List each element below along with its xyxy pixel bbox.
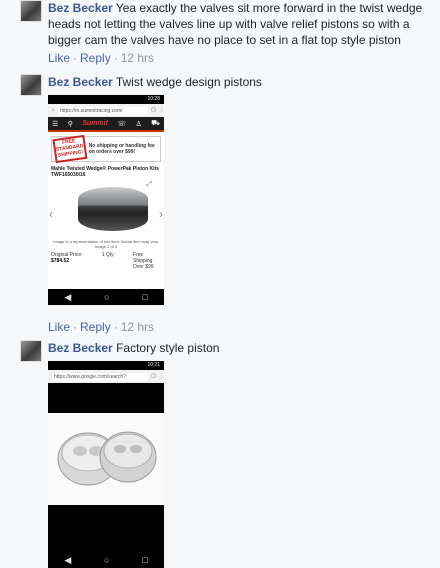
product-title: Mahle Twisted Wedge® PowerPak Piston Kit… [51, 166, 159, 178]
shipping-banner: FREE STANDARD SHIPPING! No shipping or h… [51, 134, 161, 164]
android-nav-bar: ◀ ○ □ [48, 289, 164, 305]
site-header: ☰ ⚲ Summit ☏ ♙ ⛟ [48, 117, 164, 132]
comment-2: Bez Becker Twist wedge design pistons [20, 74, 440, 96]
like-link[interactable]: Like [48, 51, 70, 65]
comment-author[interactable]: Bez Becker [48, 75, 113, 89]
timestamp[interactable]: 12 hrs [121, 51, 154, 65]
comment-text: Twist wedge design pistons [115, 75, 262, 89]
tabs-icon: ▢ [151, 373, 156, 379]
piston-photo [48, 413, 164, 505]
price-row: Original Price: $784.52 1 Qty Free Shipp… [48, 249, 164, 270]
home-icon: ⌂ [52, 107, 56, 113]
home-button-icon: ○ [104, 292, 110, 302]
comment-author[interactable]: Bez Becker [48, 1, 113, 15]
comment-text: Factory style piston [116, 341, 220, 355]
back-icon: ◀ [64, 291, 72, 302]
comment-1: Bez Becker Yea exactly the valves sit mo… [20, 0, 440, 66]
avatar[interactable] [20, 0, 42, 22]
url-text: https://www.google.com/search? [52, 372, 149, 381]
avatar[interactable] [20, 340, 42, 362]
recents-icon: □ [142, 292, 148, 302]
search-icon: ⚲ [67, 120, 73, 128]
free-shipping-stamp: FREE STANDARD SHIPPING! [52, 134, 88, 164]
cart-icon: ⛟ [151, 120, 160, 127]
comment-meta: Like · Reply · 12 hrs [48, 51, 155, 65]
reply-link[interactable]: Reply [80, 320, 111, 334]
site-logo: Summit [82, 120, 108, 127]
factory-pistons-image [57, 431, 157, 486]
timestamp[interactable]: 12 hrs [121, 320, 154, 334]
browser-url-bar: ⌂ https://m.summitracing.com/ ▢ ⋮ [48, 104, 164, 118]
status-bar: 10:21 [48, 361, 164, 370]
user-icon: ♙ [135, 120, 142, 128]
product-image: ⤢ [60, 181, 152, 237]
free-shipping-note: Free Shipping Over $99 [132, 252, 154, 270]
avatar[interactable] [20, 74, 42, 96]
home-button-icon: ○ [104, 555, 110, 565]
back-icon: ◀ [64, 554, 72, 565]
status-bar: 10:28 [48, 95, 164, 104]
piston-image [78, 187, 148, 231]
menu-icon: ⋮ [159, 373, 164, 379]
android-nav-bar: ◀ ○ □ [48, 552, 164, 568]
url-text: https://m.summitracing.com/ [58, 106, 149, 115]
like-link[interactable]: Like [48, 320, 70, 334]
image-viewer [48, 383, 164, 552]
chevron-right-icon: › [159, 207, 163, 221]
recents-icon: □ [142, 555, 148, 565]
comment-body: Bez Becker Factory style piston [48, 340, 440, 356]
google-screenshot[interactable]: 10:21 https://www.google.com/search? ▢ ⋮ … [48, 361, 164, 568]
reply-link[interactable]: Reply [80, 51, 111, 65]
comment-author[interactable]: Bez Becker [48, 341, 113, 355]
qty-label: Qty [105, 252, 114, 258]
banner-text: No shipping or handling fee on orders ov… [88, 143, 155, 155]
web-page: ☰ ⚲ Summit ☏ ♙ ⛟ FREE STANDARD SHIPPING!… [48, 117, 164, 289]
tabs-icon: ▢ [151, 107, 156, 113]
comment-body: Bez Becker Yea exactly the valves sit mo… [48, 0, 440, 66]
menu-icon: ⋮ [159, 107, 164, 113]
summit-screenshot[interactable]: 10:28 ⌂ https://m.summitracing.com/ ▢ ⋮ ☰… [48, 95, 164, 305]
hamburger-icon: ☰ [52, 120, 59, 128]
phone-icon: ☏ [117, 120, 127, 128]
comment-body: Bez Becker Twist wedge design pistons [48, 74, 440, 90]
qty-value: 1 [101, 252, 105, 258]
comment-3: Bez Becker Factory style piston [20, 340, 440, 362]
comment-2-meta: Like · Reply · 12 hrs [20, 317, 440, 335]
comment-meta: Like · Reply · 12 hrs [48, 320, 155, 334]
zoom-icon: ⤢ [146, 181, 152, 188]
chevron-left-icon: ‹ [49, 207, 53, 221]
price: $784.52 [51, 258, 70, 264]
browser-url-bar: https://www.google.com/search? ▢ ⋮ [48, 370, 164, 384]
